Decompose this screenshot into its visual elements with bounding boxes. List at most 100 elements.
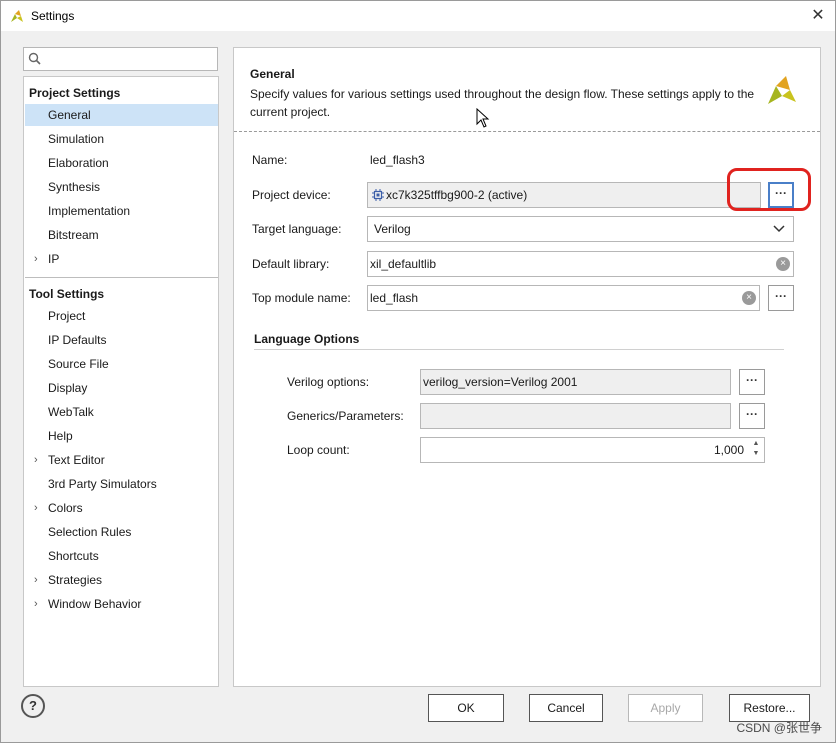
tree-item-label: WebTalk: [48, 405, 94, 419]
tree-item-label: Help: [48, 429, 73, 443]
tree-item-source-file[interactable]: Source File: [25, 353, 218, 375]
tree-item-label: Synthesis: [48, 180, 101, 194]
tree-item-project[interactable]: Project: [25, 305, 218, 327]
verilog-options-value: verilog_version=Verilog 2001: [423, 375, 578, 389]
loop-count-value: 1,000: [713, 443, 744, 457]
search-icon: [28, 52, 41, 65]
chip-icon: [372, 189, 384, 201]
target-language-value: Verilog: [374, 222, 411, 236]
close-icon[interactable]: ✕: [807, 5, 829, 27]
tree-item-label: Colors: [48, 501, 83, 515]
tree-item-webtalk[interactable]: WebTalk: [25, 401, 218, 423]
default-library-label: Default library:: [252, 257, 330, 271]
tree-item-label: Shortcuts: [48, 549, 99, 563]
tree-item-label: Source File: [48, 357, 109, 371]
cancel-button[interactable]: Cancel: [529, 694, 603, 722]
restore-button[interactable]: Restore...: [729, 694, 810, 722]
apply-button[interactable]: Apply: [628, 694, 703, 722]
tree-item-implementation[interactable]: Implementation: [25, 200, 218, 222]
chevron-right-icon[interactable]: ›: [34, 497, 38, 519]
chevron-right-icon[interactable]: ›: [34, 248, 38, 270]
clear-icon[interactable]: ×: [776, 257, 790, 271]
tree-item-bitstream[interactable]: Bitstream: [25, 224, 218, 246]
tree-item-display[interactable]: Display: [25, 377, 218, 399]
tree-separator: [25, 277, 218, 278]
top-module-browse-button[interactable]: ···: [768, 285, 794, 311]
header-divider: [234, 131, 820, 132]
verilog-options-field: verilog_version=Verilog 2001: [420, 369, 731, 395]
general-panel: General Specify values for various setti…: [233, 47, 821, 687]
loop-count-label: Loop count:: [287, 443, 350, 457]
project-device-browse-button[interactable]: ···: [768, 182, 794, 208]
tree-item-synthesis[interactable]: Synthesis: [25, 176, 218, 198]
tree-item-selection-rules[interactable]: Selection Rules: [25, 521, 218, 543]
name-value: led_flash3: [370, 153, 425, 167]
tree-item-3rd-party-simulators[interactable]: 3rd Party Simulators: [25, 473, 218, 495]
name-label: Name:: [252, 153, 288, 167]
tree-item-window-behavior[interactable]: › Window Behavior: [25, 593, 218, 615]
spinner-arrows-icon[interactable]: ▲ ▼: [750, 439, 762, 461]
tree-item-ip-defaults[interactable]: IP Defaults: [25, 329, 218, 351]
tree-item-label: IP: [48, 252, 60, 266]
project-device-value: xc7k325tffbg900-2 (active): [386, 188, 528, 202]
tree-item-label: Display: [48, 381, 88, 395]
tree-item-label: Implementation: [48, 204, 131, 218]
tree-item-general[interactable]: General: [25, 104, 218, 126]
tree-item-label: Project: [48, 309, 86, 323]
search-input[interactable]: [48, 50, 212, 70]
tree-item-colors[interactable]: › Colors: [25, 497, 218, 519]
panel-title: General: [250, 67, 295, 81]
watermark: CSDN @张世争: [736, 721, 822, 735]
top-module-input[interactable]: led_flash ×: [367, 285, 760, 311]
loop-count-spinner[interactable]: 1,000 ▲ ▼: [420, 437, 765, 463]
tree-item-strategies[interactable]: › Strategies: [25, 569, 218, 591]
tree-item-ip[interactable]: › IP: [25, 248, 218, 270]
verilog-options-browse-button[interactable]: ···: [739, 369, 765, 395]
tree-group-tool-settings: Tool Settings: [29, 287, 105, 301]
tree-item-label: Window Behavior: [48, 597, 142, 611]
window-title: Settings: [31, 9, 75, 23]
search-box[interactable]: [23, 47, 218, 71]
target-language-select[interactable]: Verilog: [367, 216, 794, 242]
clear-icon[interactable]: ×: [742, 291, 756, 305]
generics-parameters-label: Generics/Parameters:: [287, 409, 404, 423]
tree-item-label: IP Defaults: [48, 333, 107, 347]
default-library-value: xil_defaultlib: [370, 257, 437, 271]
tree-item-label: General: [48, 108, 91, 122]
tree-item-help[interactable]: Help: [25, 425, 218, 447]
vivado-logo-icon: [768, 76, 796, 104]
tree-item-shortcuts[interactable]: Shortcuts: [25, 545, 218, 567]
language-options-title: Language Options: [254, 332, 360, 346]
tree-item-label: Strategies: [48, 573, 103, 587]
chevron-right-icon[interactable]: ›: [34, 593, 38, 615]
tree-item-label: Selection Rules: [48, 525, 132, 539]
default-library-input[interactable]: xil_defaultlib ×: [367, 251, 794, 277]
help-button[interactable]: ?: [21, 694, 45, 718]
panel-description: Specify values for various settings used…: [250, 87, 755, 119]
tree-item-label: 3rd Party Simulators: [48, 477, 157, 491]
tree-item-label: Bitstream: [48, 228, 99, 242]
vivado-logo-icon: [11, 10, 23, 22]
top-module-label: Top module name:: [252, 291, 351, 305]
generics-parameters-browse-button[interactable]: ···: [739, 403, 765, 429]
tree-item-label: Text Editor: [48, 453, 105, 467]
project-device-field: xc7k325tffbg900-2 (active): [367, 182, 761, 208]
tree-group-project-settings: Project Settings: [29, 86, 121, 100]
project-device-label: Project device:: [252, 188, 331, 202]
settings-tree: Project Settings General Simulation Elabor…: [23, 76, 219, 687]
title-bar: Settings ✕: [1, 1, 835, 31]
generics-parameters-field: [420, 403, 731, 429]
tree-item-simulation[interactable]: Simulation: [25, 128, 218, 150]
target-language-label: Target language:: [252, 222, 342, 236]
top-module-value: led_flash: [370, 291, 419, 305]
chevron-right-icon[interactable]: ›: [34, 449, 38, 471]
tree-item-label: Elaboration: [48, 156, 109, 170]
chevron-right-icon[interactable]: ›: [34, 569, 38, 591]
tree-item-text-editor[interactable]: › Text Editor: [25, 449, 218, 471]
tree-item-label: Simulation: [48, 132, 105, 146]
mouse-cursor-icon: [476, 108, 490, 128]
chevron-down-icon: [773, 225, 785, 233]
verilog-options-label: Verilog options:: [287, 375, 370, 389]
tree-item-elaboration[interactable]: Elaboration: [25, 152, 218, 174]
ok-button[interactable]: OK: [428, 694, 504, 722]
